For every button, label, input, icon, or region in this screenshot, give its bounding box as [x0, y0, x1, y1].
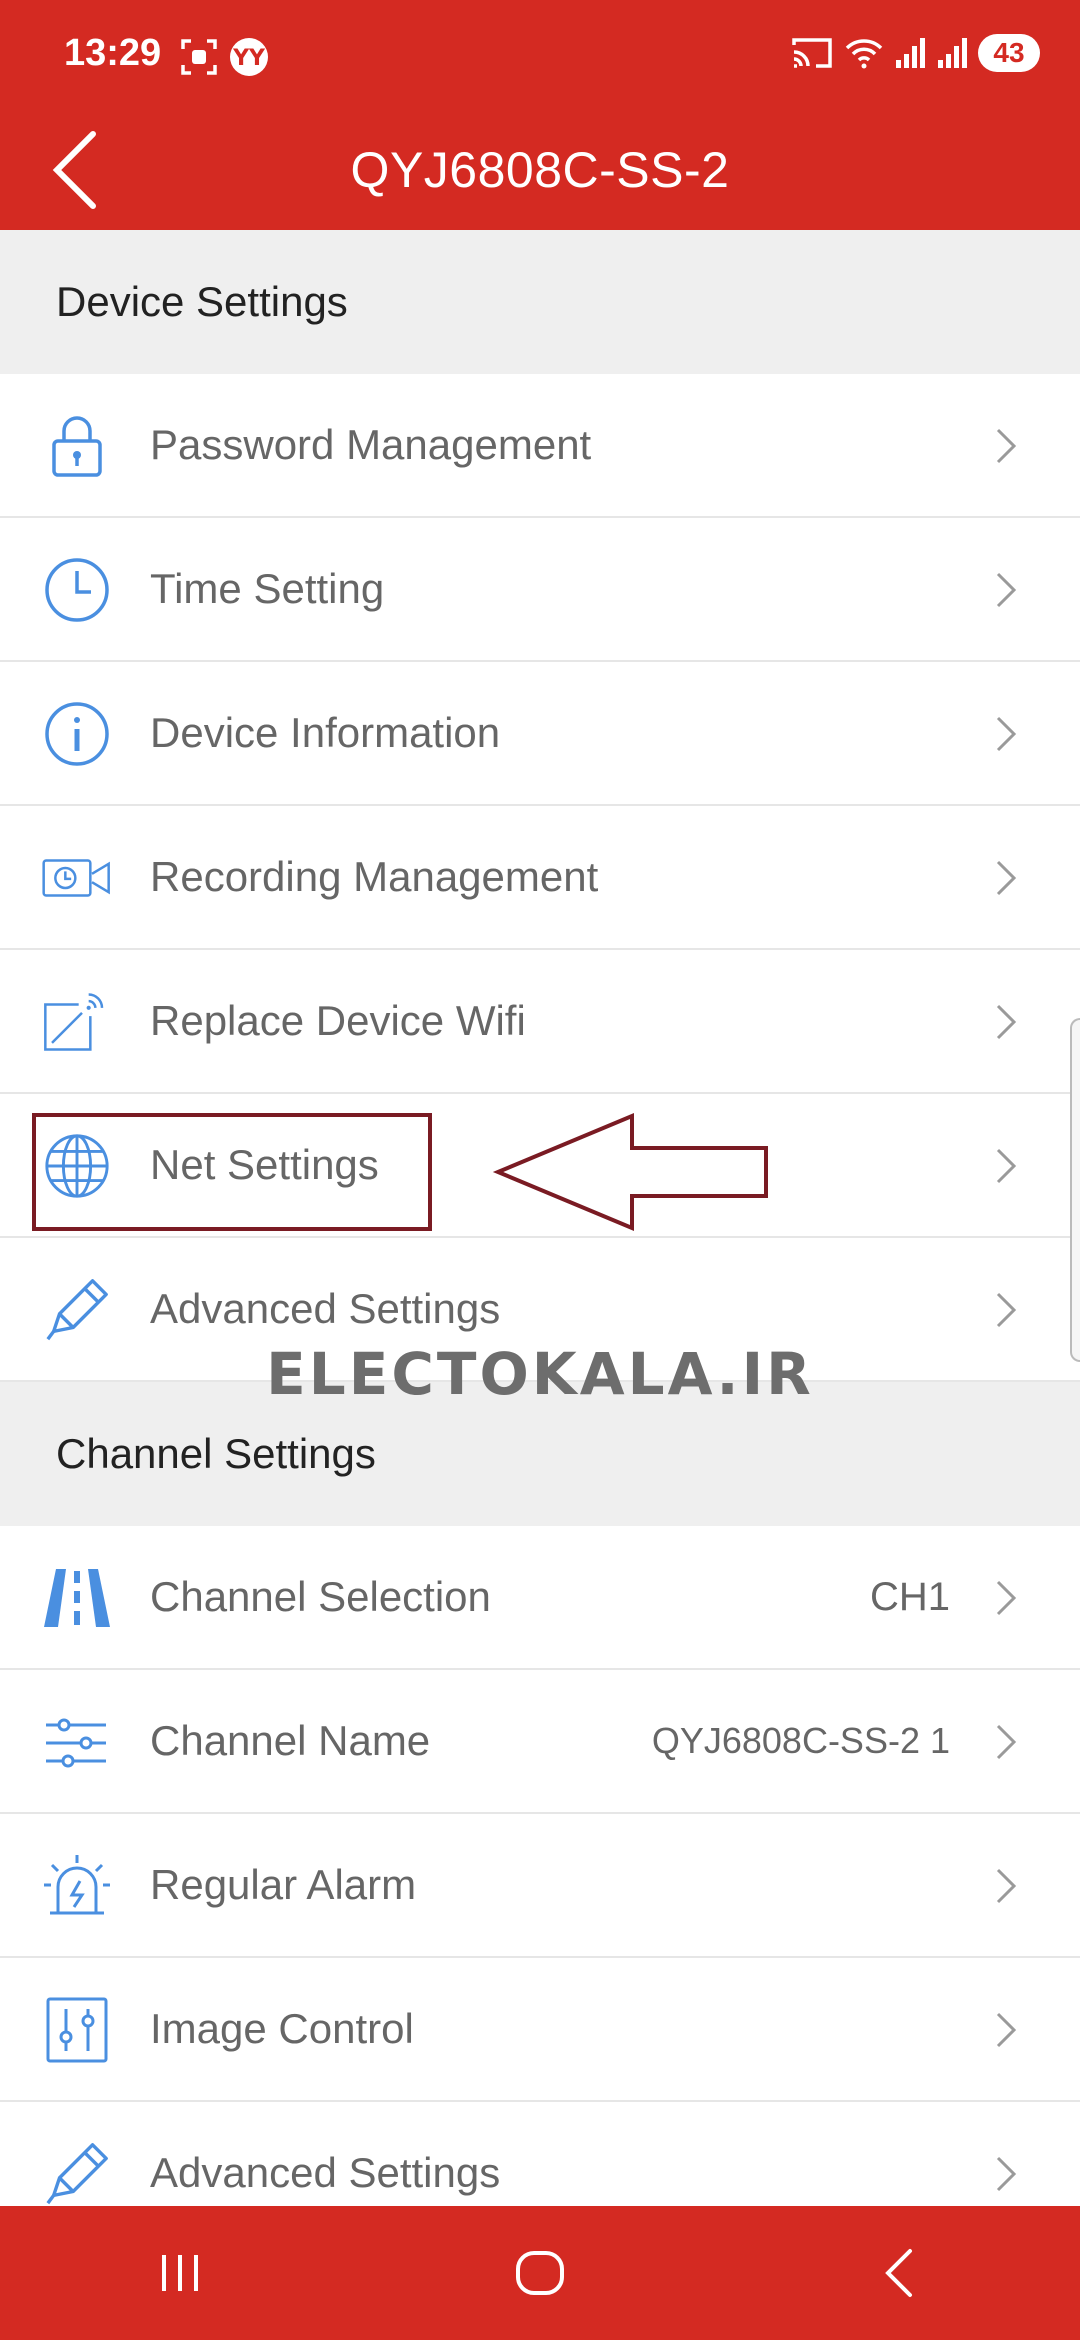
settings-row-label: Advanced Settings	[150, 1285, 501, 1332]
globe-icon	[42, 1131, 112, 1201]
recent-apps-icon	[162, 2255, 198, 2291]
settings-row-recording-management[interactable]: Recording Management	[0, 806, 1080, 950]
settings-row-label: Device Information	[150, 709, 501, 756]
settings-row-password-management[interactable]: Password Management	[0, 374, 1080, 518]
app-header: QYJ6808C-SS-2	[0, 110, 1080, 230]
equalizer-icon	[42, 1995, 112, 2065]
section-header-device-settings: Device Settings	[0, 230, 1080, 374]
chevron-right-icon	[996, 1724, 1017, 1760]
chevron-right-icon	[996, 572, 1017, 608]
settings-row-time-setting[interactable]: Time Setting	[0, 518, 1080, 662]
settings-list: Device Settings Password Management Time…	[0, 230, 1080, 2246]
video-camera-icon	[42, 843, 112, 913]
settings-row-label: Advanced Settings	[150, 2149, 501, 2196]
settings-row-image-control[interactable]: Image Control	[0, 1958, 1080, 2102]
channel-selection-value: CH1	[869, 1574, 950, 1619]
chevron-right-icon	[996, 1868, 1017, 1904]
settings-row-channel-name[interactable]: Channel Name QYJ6808C-SS-2 1	[0, 1670, 1080, 1814]
screenshot-icon	[181, 39, 217, 75]
wifi-icon	[845, 39, 883, 69]
chevron-right-icon	[996, 1580, 1017, 1616]
page-title: QYJ6808C-SS-2	[350, 142, 730, 198]
settings-row-net-settings[interactable]: Net Settings	[0, 1094, 1080, 1238]
settings-row-label: Net Settings	[150, 1141, 379, 1188]
chevron-right-icon	[996, 716, 1017, 752]
settings-row-label: Channel Name	[150, 1717, 431, 1764]
app-notification-icon: YY	[230, 38, 268, 76]
settings-row-label: Password Management	[150, 421, 592, 468]
settings-row-replace-device-wifi[interactable]: Replace Device Wifi	[0, 950, 1080, 1094]
scroll-indicator[interactable]	[1070, 1018, 1080, 1362]
settings-row-regular-alarm[interactable]: Regular Alarm	[0, 1814, 1080, 1958]
watermark: ELECTOKALA.IR	[266, 1340, 814, 1408]
status-bar: 13:29 YY 43	[0, 0, 1080, 110]
recent-apps-button[interactable]	[130, 2233, 230, 2313]
system-back-button[interactable]	[850, 2233, 950, 2313]
chevron-right-icon	[996, 428, 1017, 464]
sliders-icon	[42, 1707, 112, 1777]
signal-icon	[896, 38, 925, 68]
chevron-right-icon	[996, 1004, 1017, 1040]
road-icon	[42, 1563, 112, 1633]
navigation-bar	[0, 2206, 1080, 2340]
alarm-icon	[42, 1851, 112, 1921]
clock-icon	[42, 555, 112, 625]
svg-text:YY: YY	[232, 46, 266, 71]
pencil-icon	[42, 2139, 112, 2209]
info-icon	[42, 699, 112, 769]
settings-row-label: Channel Selection	[150, 1573, 491, 1620]
home-icon	[516, 2251, 564, 2295]
settings-row-label: Time Setting	[150, 565, 385, 612]
signal-icon	[938, 38, 967, 68]
cast-icon	[792, 38, 832, 68]
settings-row-label: Regular Alarm	[150, 1861, 417, 1908]
battery-indicator: 43	[978, 34, 1040, 72]
chevron-right-icon	[996, 2156, 1017, 2192]
back-icon	[885, 2249, 912, 2297]
wifi-edit-icon	[42, 987, 112, 1057]
pencil-icon	[42, 1275, 112, 1345]
settings-row-label: Replace Device Wifi	[150, 997, 526, 1044]
channel-name-value: QYJ6808C-SS-2 1	[651, 1720, 950, 1761]
lock-icon	[42, 411, 112, 481]
settings-row-device-information[interactable]: Device Information	[0, 662, 1080, 806]
status-time: 13:29	[64, 32, 162, 74]
home-button[interactable]	[490, 2233, 590, 2313]
chevron-right-icon	[996, 2012, 1017, 2048]
chevron-right-icon	[996, 1148, 1017, 1184]
chevron-right-icon	[996, 860, 1017, 896]
chevron-right-icon	[996, 1292, 1017, 1328]
settings-row-channel-selection[interactable]: Channel Selection CH1	[0, 1526, 1080, 1670]
settings-row-label: Recording Management	[150, 853, 599, 900]
settings-row-label: Image Control	[150, 2005, 414, 2052]
